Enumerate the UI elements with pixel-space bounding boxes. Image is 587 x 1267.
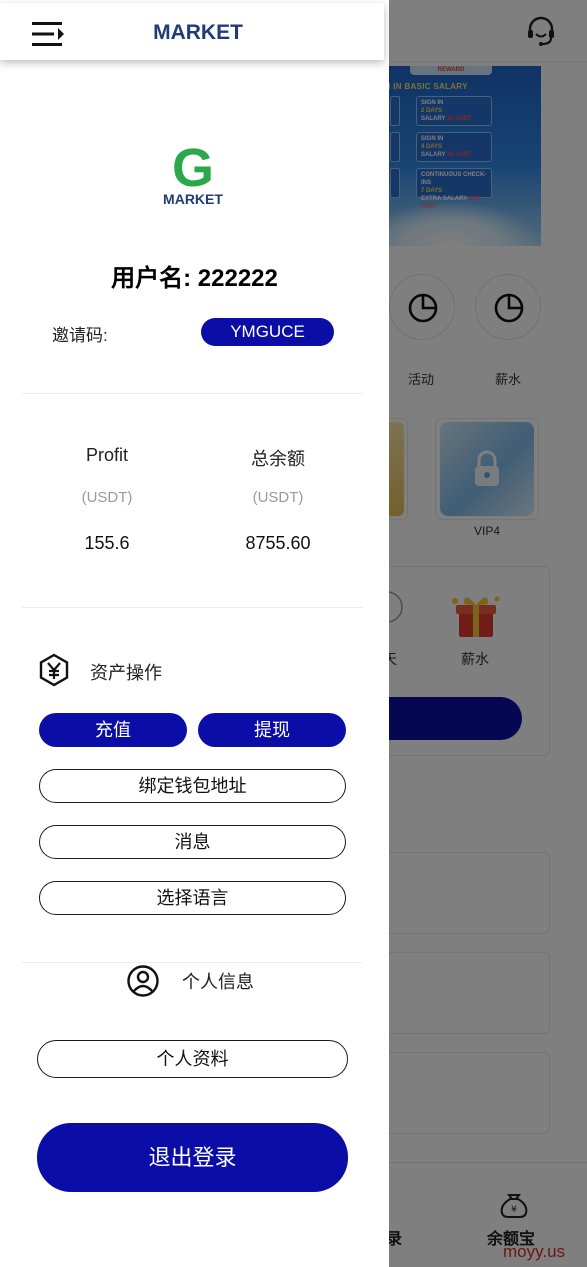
brand-logo: G MARKET [163, 140, 223, 207]
username: 用户名: 222222 [111, 265, 278, 292]
profile-button[interactable]: 个人资料 [37, 1040, 348, 1078]
yen-hexagon-icon [39, 653, 69, 687]
invite-code-label: 邀请码: [52, 326, 108, 345]
profit-stat: Profit (USDT) 155.6 [37, 445, 177, 554]
user-circle-icon [127, 965, 159, 997]
drawer-header: MARKET [0, 3, 384, 60]
menu-collapse-icon[interactable] [30, 19, 66, 49]
svg-text:MARKET: MARKET [153, 21, 243, 44]
personal-section-title: 个人信息 [182, 972, 254, 992]
stat-unit: (USDT) [252, 489, 304, 506]
withdraw-button[interactable]: 提现 [198, 713, 346, 747]
stat-unit: (USDT) [81, 489, 133, 506]
total-balance-stat: 总余额 (USDT) 8755.60 [208, 445, 348, 554]
messages-button[interactable]: 消息 [39, 825, 346, 859]
assets-section-title: 资产操作 [90, 663, 162, 683]
bind-wallet-button[interactable]: 绑定钱包地址 [39, 769, 346, 803]
stat-title: 总余额 [251, 449, 305, 469]
side-drawer: MARKET G MARKET 用户名: 222222 邀请码: YMGUCE … [0, 0, 389, 1267]
svg-text:MARKET: MARKET [163, 191, 223, 207]
stat-value: 8755.60 [245, 533, 311, 553]
divider [22, 393, 363, 394]
invite-code-badge[interactable]: YMGUCE [201, 318, 334, 346]
deposit-button[interactable]: 充值 [39, 713, 187, 747]
stat-value: 155.6 [84, 533, 130, 553]
select-language-button[interactable]: 选择语言 [39, 881, 346, 915]
svg-text:G: G [172, 140, 214, 198]
stat-title: Profit [85, 445, 128, 465]
divider [22, 607, 363, 608]
logout-button[interactable]: 退出登录 [37, 1123, 348, 1192]
header-logo: MARKET [153, 21, 243, 44]
divider [22, 962, 363, 963]
